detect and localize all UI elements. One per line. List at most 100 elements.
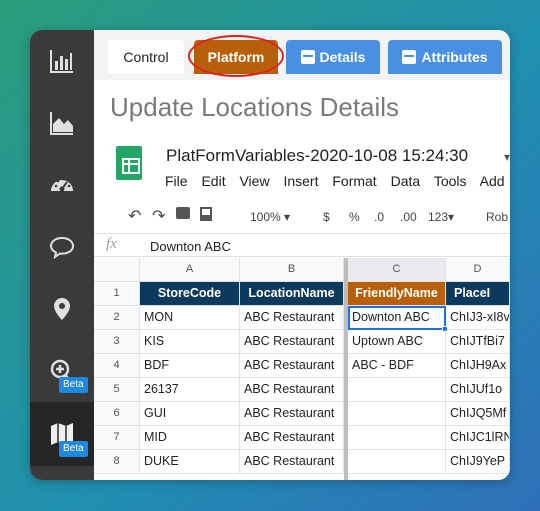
- table-cell[interactable]: MID: [140, 426, 240, 450]
- table-cell[interactable]: BDF: [140, 354, 240, 378]
- table-cell[interactable]: ChIJH9Ax: [446, 354, 510, 378]
- more-formats-button[interactable]: 123▾: [428, 210, 454, 224]
- menu-addons[interactable]: Add: [480, 173, 505, 189]
- menu-insert[interactable]: Insert: [283, 173, 318, 189]
- row-header[interactable]: 1: [94, 282, 140, 306]
- menu-data[interactable]: Data: [391, 173, 421, 189]
- increase-decimal-button[interactable]: .00: [400, 210, 417, 224]
- paint-format-icon[interactable]: [200, 207, 212, 221]
- page-title: Update Locations Details: [110, 92, 400, 122]
- chevron-down-icon[interactable]: ▾: [504, 150, 510, 164]
- formula-input[interactable]: Downton ABC: [150, 239, 231, 254]
- menu-edit[interactable]: Edit: [201, 173, 225, 189]
- column-header[interactable]: B: [240, 258, 344, 282]
- table-cell[interactable]: Uptown ABC: [348, 330, 446, 354]
- table-header-cell[interactable]: PlaceI: [446, 282, 510, 306]
- nav-reviews[interactable]: [30, 216, 94, 278]
- tab-details[interactable]: Details: [286, 40, 380, 74]
- table-cell[interactable]: GUI: [140, 402, 240, 426]
- freeze-divider[interactable]: [344, 258, 348, 480]
- currency-button[interactable]: $: [323, 210, 330, 224]
- table-header-cell[interactable]: StoreCode: [140, 282, 240, 306]
- table-cell[interactable]: ABC - BDF: [348, 354, 446, 378]
- table-cell[interactable]: DUKE: [140, 450, 240, 474]
- selected-cell[interactable]: Downton ABC: [348, 306, 446, 330]
- nav-dashboard[interactable]: [30, 154, 94, 216]
- beta-badge: Beta: [59, 377, 88, 393]
- main-panel: Control Platform Details Attributes Upda…: [94, 30, 510, 480]
- menu-tools[interactable]: Tools: [434, 173, 467, 189]
- table-cell[interactable]: ChIJUf1o: [446, 378, 510, 402]
- location-pin-icon: [54, 298, 70, 320]
- dashboard-gauge-icon: [51, 177, 73, 192]
- table-header-cell[interactable]: FriendlyName: [348, 282, 446, 306]
- spreadsheet-grid: A B C D 1 StoreCode LocationName Friendl…: [94, 258, 510, 480]
- table-cell[interactable]: ChIJ3-xI8v: [446, 306, 510, 330]
- table-cell[interactable]: KIS: [140, 330, 240, 354]
- row-header[interactable]: 5: [94, 378, 140, 402]
- column-header[interactable]: A: [140, 258, 240, 282]
- table-cell[interactable]: [348, 402, 446, 426]
- table-cell[interactable]: ABC Restaurant: [240, 402, 344, 426]
- decrease-decimal-button[interactable]: .0: [374, 210, 384, 224]
- table-header-cell[interactable]: LocationName: [240, 282, 344, 306]
- column-header[interactable]: C: [348, 258, 446, 282]
- table-cell[interactable]: ABC Restaurant: [240, 330, 344, 354]
- beta-badge: Beta: [59, 441, 88, 457]
- table-cell[interactable]: ChIJQ5Mf: [446, 402, 510, 426]
- undo-icon[interactable]: ↶: [128, 206, 141, 226]
- table-cell[interactable]: 26137: [140, 378, 240, 402]
- nav-locations[interactable]: [30, 278, 94, 340]
- table-cell[interactable]: [348, 450, 446, 474]
- table-cell[interactable]: ABC Restaurant: [240, 450, 344, 474]
- corner-cell[interactable]: [94, 258, 140, 282]
- tab-label: Control: [123, 49, 169, 65]
- table-cell[interactable]: ChIJC1lRN: [446, 426, 510, 450]
- menu-format[interactable]: Format: [332, 173, 376, 189]
- google-sheets-icon[interactable]: [116, 146, 142, 180]
- row-header[interactable]: 2: [94, 306, 140, 330]
- document-title[interactable]: PlatFormVariables-2020-10-08 15:24:30: [166, 146, 468, 166]
- font-select[interactable]: Rob: [486, 210, 508, 224]
- bar-chart-icon: [50, 50, 73, 73]
- table-cell[interactable]: ChIJ9YeP: [446, 450, 510, 474]
- nav-map[interactable]: Beta: [30, 402, 94, 466]
- sidebar: Beta Beta: [30, 30, 94, 480]
- menu-file[interactable]: File: [165, 173, 188, 189]
- menu-bar: File Edit View Insert Format Data Tools …: [165, 173, 510, 189]
- table-cell[interactable]: ABC Restaurant: [240, 426, 344, 450]
- print-icon[interactable]: [176, 207, 190, 219]
- tab-bar: Control Platform Details Attributes: [94, 30, 510, 80]
- menu-view[interactable]: View: [239, 173, 269, 189]
- speech-bubble-icon: [49, 236, 75, 260]
- percent-button[interactable]: %: [349, 210, 360, 224]
- redo-icon[interactable]: ↷: [152, 206, 165, 226]
- column-header[interactable]: D: [446, 258, 510, 282]
- tab-control[interactable]: Control: [108, 40, 184, 74]
- nav-add-location[interactable]: Beta: [30, 340, 94, 402]
- zoom-select[interactable]: 100% ▾: [250, 210, 290, 224]
- table-cell[interactable]: [348, 378, 446, 402]
- table-cell[interactable]: MON: [140, 306, 240, 330]
- nav-trends[interactable]: [30, 92, 94, 154]
- app-window: Beta Beta Control Platform Details Attri…: [30, 30, 510, 480]
- table-cell[interactable]: ChIJTfBi7: [446, 330, 510, 354]
- nav-reports[interactable]: [30, 30, 94, 92]
- row-header[interactable]: 7: [94, 426, 140, 450]
- table-cell[interactable]: ABC Restaurant: [240, 354, 344, 378]
- row-header[interactable]: 8: [94, 450, 140, 474]
- card-icon: [300, 50, 315, 64]
- table-cell[interactable]: [348, 426, 446, 450]
- table-cell[interactable]: ABC Restaurant: [240, 378, 344, 402]
- toolbar: ↶ ↷ 100% ▾ $ % .0 .00 123▾ Rob: [94, 202, 510, 232]
- tab-label: Details: [319, 49, 366, 65]
- fx-icon: fx: [106, 236, 117, 252]
- row-header[interactable]: 4: [94, 354, 140, 378]
- area-chart-icon: [50, 112, 73, 135]
- row-header[interactable]: 3: [94, 330, 140, 354]
- tab-attributes[interactable]: Attributes: [388, 40, 502, 74]
- tab-label: Attributes: [421, 49, 488, 65]
- row-header[interactable]: 6: [94, 402, 140, 426]
- table-cell[interactable]: ABC Restaurant: [240, 306, 344, 330]
- highlight-circle: [188, 35, 284, 77]
